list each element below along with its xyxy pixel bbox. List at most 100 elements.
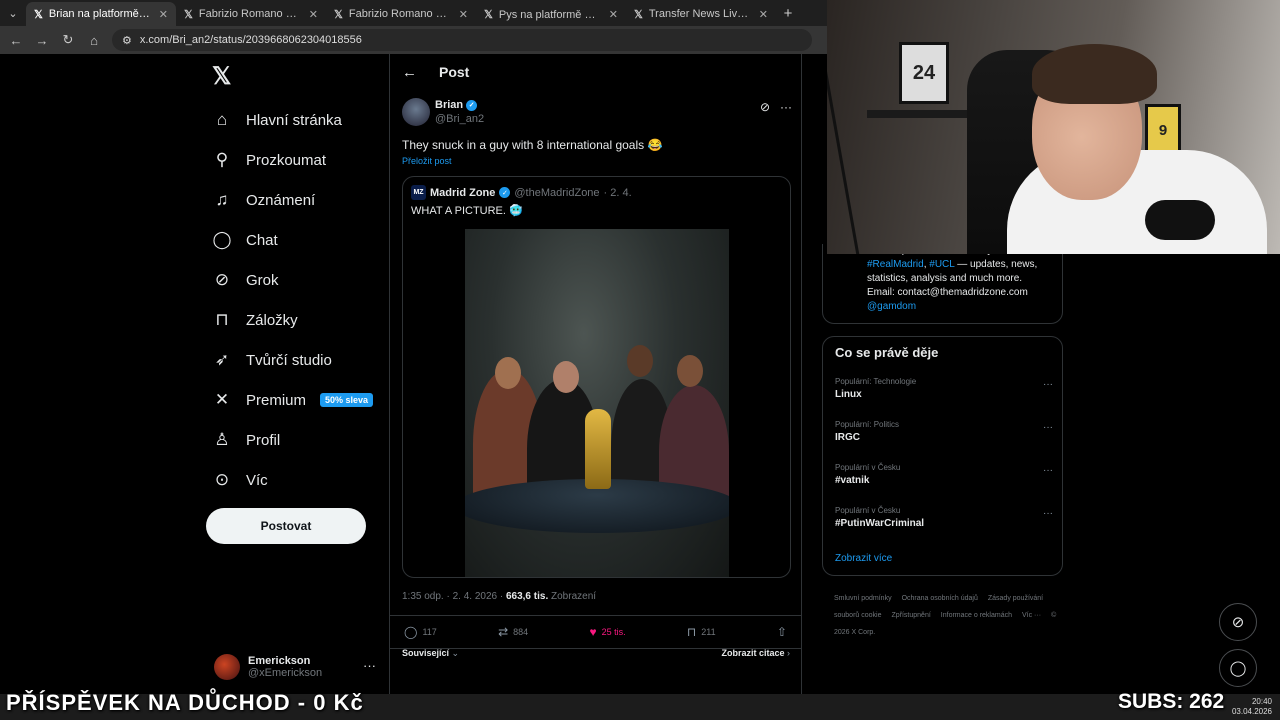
chevron-down-icon: ⌄ <box>451 648 460 658</box>
browser-tab[interactable]: 𝕏 Fabrizio Romano na platformě ✕ <box>176 2 326 26</box>
nav-item-0[interactable]: ⌂ Hlavní stránka <box>212 100 388 140</box>
new-tab-button[interactable]: + <box>776 5 800 26</box>
post-top-actions: ⊘ ··· <box>760 100 792 114</box>
footer-link[interactable]: Ochrana osobních údajů <box>902 595 978 602</box>
author-name[interactable]: Brian <box>435 99 463 111</box>
site-info-icon[interactable]: ⚙ <box>122 34 132 47</box>
footer-link[interactable]: Informace o reklamách <box>941 612 1012 619</box>
trend-name: Linux <box>835 389 862 400</box>
bio-separator: , <box>923 259 927 270</box>
account-switcher[interactable]: Emerickson @xEmerickson ··· <box>214 650 384 684</box>
messages-float-icon[interactable]: ◯ <box>1219 649 1257 687</box>
author-avatar[interactable] <box>402 98 430 126</box>
home-icon: ⌂ <box>216 110 228 129</box>
nav-item-1[interactable]: ⚲ Prozkoumat <box>212 140 388 180</box>
more-icon[interactable]: ··· <box>780 100 792 114</box>
show-more-link[interactable]: Zobrazit více <box>835 553 892 564</box>
system-clock[interactable]: 20:40 03.04.2026 <box>1232 697 1272 717</box>
bell-icon: ♫ <box>215 190 229 209</box>
x-favicon-icon: 𝕏 <box>34 8 43 21</box>
close-tab-icon[interactable]: ✕ <box>609 8 618 21</box>
quote-header: MZ Madrid Zone ✓ @theMadridZone · 2. 4. <box>411 185 632 200</box>
nav-item-2[interactable]: ♫ Oznámení <box>212 180 388 220</box>
nav-item-label: Chat <box>246 231 278 249</box>
trends-panel: Co se právě děje Populární: Technologie L… <box>822 336 1063 576</box>
browser-tab[interactable]: 𝕏 Fabrizio Romano na platformě ✕ <box>326 2 476 26</box>
view-quotes-link[interactable]: Zobrazit citace › <box>721 648 790 659</box>
nav-list: ⌂ Hlavní stránka ⚲ Prozkoumat ♫ Oznámení ◯ Chat… <box>212 100 388 500</box>
like-button[interactable]: ♥ 25 tis. <box>589 625 625 639</box>
nav-item-4[interactable]: ⊘ Grok <box>212 260 388 300</box>
verified-badge-icon: ✓ <box>499 187 511 198</box>
tab-title: Pys na platformě X: „🚨 Q: "You <box>498 8 603 21</box>
browser-tab[interactable]: 𝕏 Transfer News Live na platform ✕ <box>626 2 776 26</box>
reload-icon[interactable]: ↻ <box>60 32 76 48</box>
close-tab-icon[interactable]: ✕ <box>159 8 168 21</box>
repost-count: 884 <box>513 627 529 637</box>
close-tab-icon[interactable]: ✕ <box>459 8 468 21</box>
close-tab-icon[interactable]: ✕ <box>759 8 768 21</box>
rocket-icon: ➶ <box>214 350 230 369</box>
author-handle[interactable]: @Bri_an2 <box>435 113 484 125</box>
account-more-icon[interactable]: ··· <box>363 658 376 673</box>
trend-more-icon[interactable]: ··· <box>1043 465 1053 476</box>
back-arrow-icon[interactable]: ← <box>402 64 417 81</box>
reply-button[interactable]: ◯ 117 <box>404 625 437 639</box>
nav-item-7[interactable]: ✕ Premium 50% sleva <box>212 380 388 420</box>
bio-mention-link[interactable]: @gamdom <box>867 300 1050 314</box>
footer-link[interactable]: Zpřístupnění <box>891 612 930 619</box>
hashtag-link[interactable]: #RealMadrid <box>867 259 924 270</box>
quote-author-handle: @theMadridZone <box>514 186 600 199</box>
views-label: Zobrazení <box>551 591 597 602</box>
trend-item[interactable]: Populární: Technologie Linux ··· <box>835 377 1053 400</box>
photo-figure <box>495 357 521 389</box>
related-label: Související <box>402 648 450 658</box>
verified-badge-icon: ✓ <box>466 99 478 111</box>
trend-item[interactable]: Populární v Česku #vatnik ··· <box>835 463 1053 486</box>
tab-search-icon[interactable]: ⌄ <box>0 0 26 26</box>
trend-item[interactable]: Populární: Politics IRGC ··· <box>835 420 1053 443</box>
post-timestamp[interactable]: 1:35 odp. · 2. 4. 2026 · <box>402 591 503 602</box>
nav-item-9[interactable]: ⊙ Víc <box>212 460 388 500</box>
nav-item-5[interactable]: ⊓ Záložky <box>212 300 388 340</box>
share-button[interactable]: ⇧ <box>777 625 787 639</box>
grok-icon[interactable]: ⊘ <box>760 100 770 114</box>
post-header: ← Post <box>390 54 801 90</box>
grok-float-icon[interactable]: ⊘ <box>1219 603 1257 641</box>
nav-item-label: Premium <box>246 391 307 409</box>
more-circle-icon: ⊙ <box>214 470 230 489</box>
nav-item-6[interactable]: ➶ Tvůrčí studio <box>212 340 388 380</box>
close-tab-icon[interactable]: ✕ <box>309 8 318 21</box>
nav-item-8[interactable]: ♙ Profil <box>212 420 388 460</box>
footer-link[interactable]: Smluvní podmínky <box>834 595 892 602</box>
nav-item-label: Hlavní stránka <box>246 111 342 129</box>
trend-more-icon[interactable]: ··· <box>1043 422 1053 433</box>
nav-item-3[interactable]: ◯ Chat <box>212 220 388 260</box>
back-icon[interactable]: ← <box>8 33 24 48</box>
post-button[interactable]: Postovat <box>206 508 366 544</box>
hashtag-link[interactable]: #UCL <box>929 259 954 270</box>
account-avatar <box>214 654 240 680</box>
nav-item-label: Záložky <box>246 311 298 329</box>
quoted-post[interactable]: MZ Madrid Zone ✓ @theMadridZone · 2. 4. … <box>402 176 791 578</box>
bookmark-button[interactable]: ⊓ 211 <box>687 625 716 639</box>
related-dropdown[interactable]: Související ⌄ <box>402 648 459 659</box>
translate-link[interactable]: Přeložit post <box>402 156 452 166</box>
browser-tab[interactable]: 𝕏 Brian na platformě X: „They snu ✕ <box>26 2 176 26</box>
quote-photo[interactable] <box>465 229 729 577</box>
trend-more-icon[interactable]: ··· <box>1043 508 1053 519</box>
footer-link[interactable]: Víc ··· <box>1022 612 1041 619</box>
url-field[interactable]: ⚙ x.com/Bri_an2/status/20396680623040185… <box>112 29 812 51</box>
home-browser-icon[interactable]: ⌂ <box>86 33 102 48</box>
repost-button[interactable]: ⇄ 884 <box>498 625 528 639</box>
browser-tab[interactable]: 𝕏 Pys na platformě X: „🚨 Q: "You ✕ <box>476 2 626 26</box>
nav-item-label: Profil <box>246 431 281 449</box>
x-logo-icon[interactable]: 𝕏 <box>212 62 231 91</box>
subs-counter: SUBS: 262 <box>1118 690 1225 713</box>
trend-more-icon[interactable]: ··· <box>1043 379 1053 390</box>
x-favicon-icon: 𝕏 <box>634 8 643 21</box>
trend-item[interactable]: Populární v Česku #PutinWarCriminal ··· <box>835 506 1053 529</box>
microphone <box>1145 200 1215 240</box>
world-cup-trophy <box>585 409 611 489</box>
forward-icon[interactable]: → <box>34 33 50 48</box>
